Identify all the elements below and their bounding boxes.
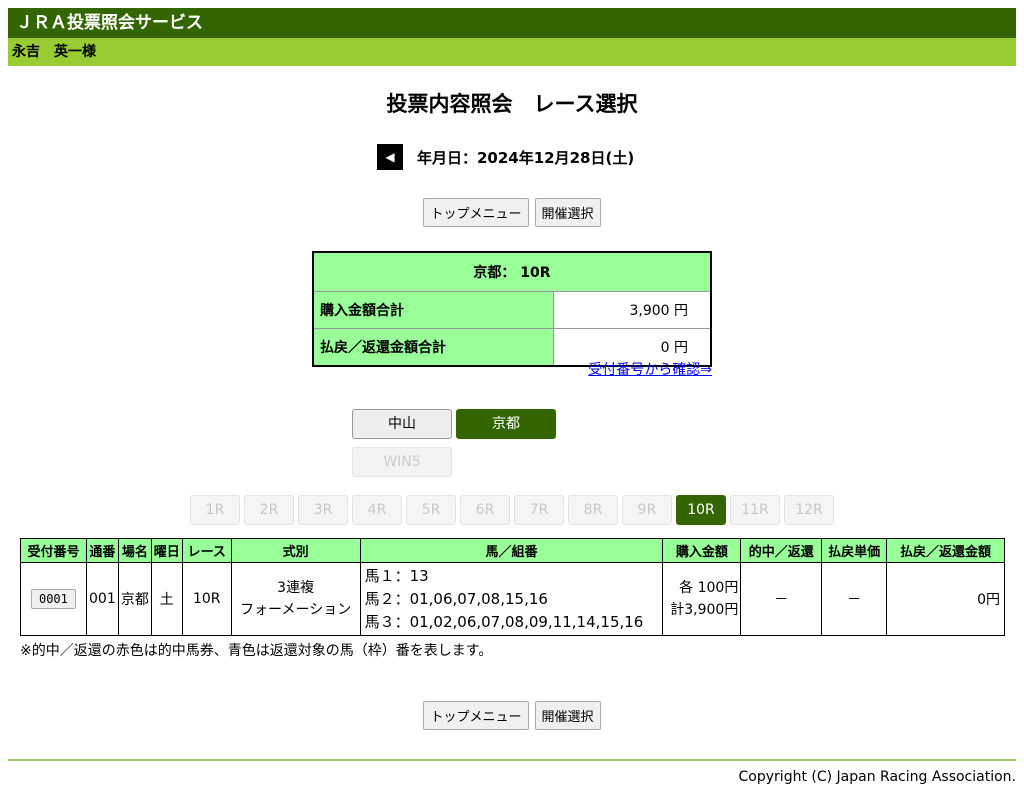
payout-cell: 0円 (886, 562, 1005, 636)
page-title: 投票内容照会 レース選択 (386, 92, 638, 116)
col-header: レース (181, 538, 232, 563)
purchase-total-value: 3,900 円 (553, 291, 712, 329)
race-button[interactable]: 3R (298, 495, 348, 525)
receipt-cell: 0001 (20, 562, 87, 636)
hit-cell: － (740, 562, 823, 636)
venue-kyoto-button[interactable]: 京都 (456, 409, 556, 439)
table-header-row: 受付番号 通番 場名 曜日 レース 式別 馬／組番 購入金額 的中／返還 払戻単… (20, 538, 1005, 563)
race-button[interactable]: 8R (568, 495, 618, 525)
copyright: Copyright (C) Japan Racing Association. (738, 769, 1016, 785)
horse-line-2: 馬２：01,06,07,08,15,16 (364, 589, 548, 608)
amount-total: 計3,900円 (670, 602, 739, 618)
race-button[interactable]: 9R (622, 495, 672, 525)
horse-line-3: 馬３：01,02,06,07,08,09,11,14,15,16 (364, 612, 644, 631)
race-button[interactable]: 2R (244, 495, 294, 525)
table-row: 0001 001 京都 土 10R 3連複 フォーメーション 馬１：13 馬２：… (20, 562, 1005, 636)
col-header: 曜日 (150, 538, 183, 563)
user-bar: 永吉 英一様 (8, 38, 1016, 66)
top-menu-button[interactable]: トップメニュー (423, 198, 529, 227)
refund-total-label: 払戻／返還金額合計 (312, 328, 554, 367)
race-button[interactable]: 5R (406, 495, 456, 525)
bet-detail-table: 受付番号 通番 場名 曜日 レース 式別 馬／組番 購入金額 的中／返還 払戻単… (20, 538, 1005, 636)
col-header: 購入金額 (662, 538, 742, 563)
horse-line-1: 馬１：13 (364, 566, 429, 585)
win5-button[interactable]: WIN5 (352, 447, 452, 477)
serial-cell: 001 (85, 562, 119, 636)
race-button[interactable]: 6R (460, 495, 510, 525)
col-header: 受付番号 (20, 538, 87, 563)
date-label: 年月日：2024年12月28日(土) (417, 148, 635, 167)
unit-price-cell: － (821, 562, 888, 636)
summary-header: 京都： 10R (312, 251, 712, 292)
kaisai-select-button[interactable]: 開催選択 (534, 198, 601, 227)
col-header: 払戻単価 (821, 538, 888, 563)
bet-type-line2: フォーメーション (240, 602, 352, 618)
bet-type-cell: 3連複 フォーメーション (230, 562, 361, 636)
prev-date-button[interactable]: ◀ (377, 144, 403, 170)
race-button[interactable]: 12R (784, 495, 834, 525)
top-nav-buttons: トップメニュー 開催選択 (0, 198, 1024, 227)
col-header: 払戻／返還金額 (886, 538, 1005, 563)
venue-cell: 京都 (117, 562, 152, 636)
col-header: 式別 (230, 538, 361, 563)
race-button[interactable]: 11R (730, 495, 780, 525)
amount-each: 各 100円 (679, 580, 739, 596)
summary-table: 京都： 10R 購入金額合計 3,900 円 払戻／返還金額合計 0 円 (312, 251, 712, 367)
confirm-by-receipt-link[interactable]: 受付番号から確認⇒ (588, 359, 712, 379)
race-button[interactable]: 7R (514, 495, 564, 525)
footer-divider (8, 759, 1016, 761)
purchase-total-label: 購入金額合計 (312, 291, 554, 329)
bottom-nav-buttons: トップメニュー 開催選択 (0, 701, 1024, 730)
race-button[interactable]: 4R (352, 495, 402, 525)
day-cell: 土 (150, 562, 183, 636)
race-button-selected[interactable]: 10R (676, 495, 726, 525)
col-header: 的中／返還 (740, 538, 823, 563)
col-header: 馬／組番 (359, 538, 664, 563)
date-row: ◀ 年月日：2024年12月28日(土) (377, 144, 634, 170)
left-triangle-icon: ◀ (385, 150, 395, 164)
venue-nakayama-button[interactable]: 中山 (352, 409, 452, 439)
top-menu-button-bottom[interactable]: トップメニュー (423, 701, 529, 730)
horse-combo-cell: 馬１：13 馬２：01,06,07,08,15,16 馬３：01,02,06,0… (359, 562, 664, 636)
receipt-number-button[interactable]: 0001 (30, 589, 76, 609)
col-header: 通番 (85, 538, 119, 563)
race-button[interactable]: 1R (190, 495, 240, 525)
legend-note: ※的中／返還の赤色は的中馬券、青色は返還対象の馬（枠）番を表します。 (20, 643, 493, 659)
service-title: ＪＲＡ投票照会サービス (16, 13, 203, 33)
amount-cell: 各 100円 計3,900円 (662, 562, 742, 636)
user-name: 永吉 英一様 (12, 44, 96, 60)
bet-type-line1: 3連複 (277, 580, 315, 596)
service-title-bar: ＪＲＡ投票照会サービス (8, 8, 1016, 38)
race-cell: 10R (181, 562, 232, 636)
col-header: 場名 (117, 538, 152, 563)
kaisai-select-button-bottom[interactable]: 開催選択 (534, 701, 601, 730)
race-selector: 1R 2R 3R 4R 5R 6R 7R 8R 9R 10R 11R 12R (190, 495, 838, 525)
